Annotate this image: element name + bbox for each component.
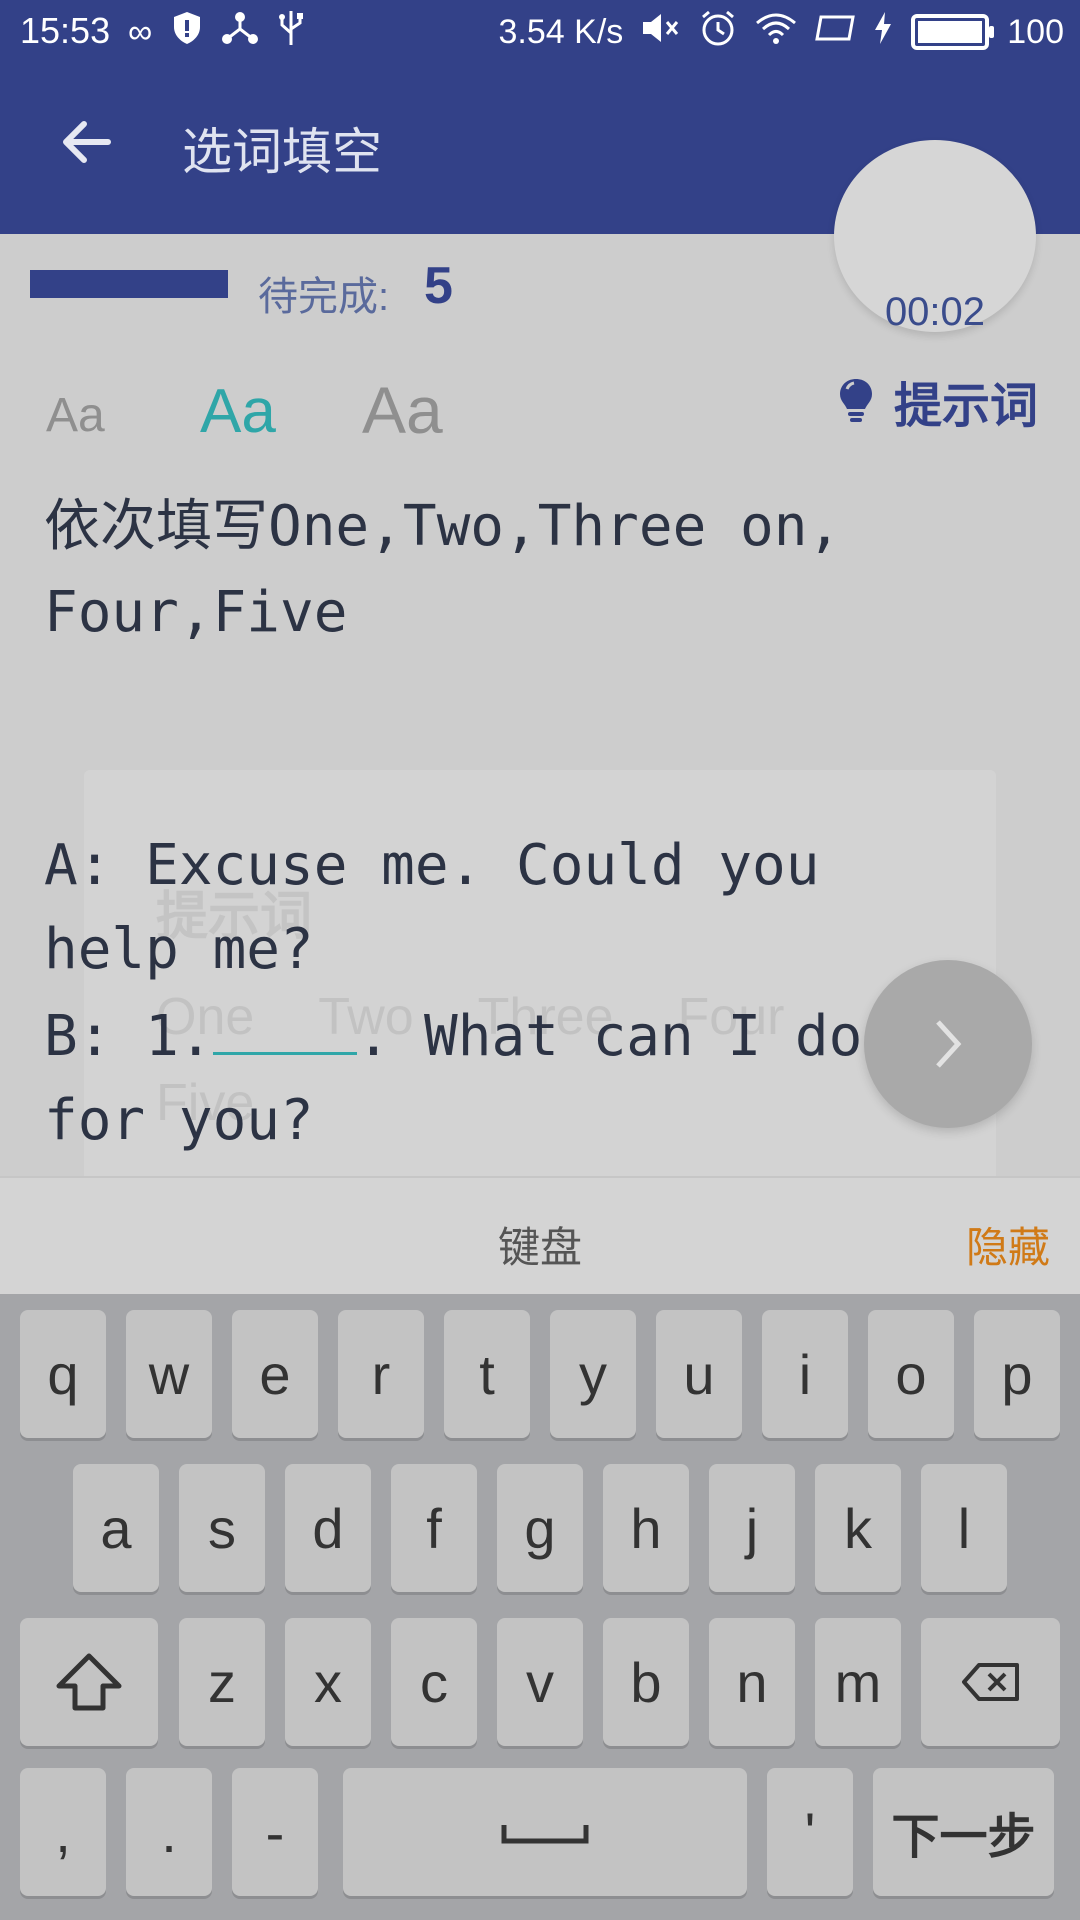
progress-bar [30,270,228,298]
key-r[interactable]: r [338,1310,424,1438]
key-dash[interactable]: - [232,1768,318,1896]
font-size-large-button[interactable]: Aa [362,372,443,448]
screen-icon [815,13,856,52]
battery-icon [911,14,995,50]
key-u[interactable]: u [656,1310,742,1438]
backspace-icon [961,1663,1019,1701]
key-o[interactable]: o [868,1310,954,1438]
font-size-small-button[interactable]: Aa [46,388,105,443]
pending-count: 5 [424,257,453,315]
dialog-line-b-prefix: B: 1. [44,1004,213,1069]
network-speed: 3.54 K/s [498,12,624,51]
key-i[interactable]: i [762,1310,848,1438]
timer-bubble: 00:02 [834,140,1036,334]
pending-label: 待完成: [258,275,390,319]
backspace-key[interactable] [921,1618,1060,1746]
lightbulb-icon [840,379,872,422]
shift-icon [56,1653,122,1711]
share-icon [222,11,259,54]
shift-key[interactable] [20,1618,158,1746]
key-apostrophe[interactable]: ' [767,1768,853,1896]
key-f[interactable]: f [391,1464,477,1592]
key-m[interactable]: m [815,1618,901,1746]
key-c[interactable]: c [391,1618,477,1746]
key-d[interactable]: d [285,1464,371,1592]
space-icon [501,1825,589,1844]
timer-text: 00:02 [884,290,986,334]
key-h[interactable]: h [603,1464,689,1592]
key-q[interactable]: q [20,1310,106,1438]
key-t[interactable]: t [444,1310,530,1438]
key-x[interactable]: x [285,1618,371,1746]
alarm-icon [699,9,737,56]
key-b[interactable]: b [603,1618,689,1746]
key-w[interactable]: w [126,1310,212,1438]
instruction-line-1: 依次填写One,Two,Three on, [44,494,842,559]
keyboard-header: 键盘 隐藏 [0,1176,1080,1296]
shield-icon [172,11,202,54]
next-step-key[interactable]: 下一步 [873,1768,1054,1896]
mute-icon [641,11,681,54]
next-question-button[interactable] [864,960,1032,1128]
status-time: 15:53 [20,10,111,51]
status-icons-right: 3.54 K/s 100 [499,6,1064,58]
hint-button[interactable]: 提示词 [836,366,1038,436]
key-k[interactable]: k [815,1464,901,1592]
exercise-content: 待完成: 5 00:02 Aa Aa Aa 提示词 依次填写One,Two,Th… [0,140,1080,1210]
status-bar: 15:53 ∞ 3.54 K/s 100 [0,0,1080,66]
key-e[interactable]: e [232,1310,318,1438]
key-z[interactable]: z [179,1618,265,1746]
wifi-icon [755,11,797,54]
key-s[interactable]: s [179,1464,265,1592]
key-n[interactable]: n [709,1618,795,1746]
back-arrow-icon[interactable] [56,112,116,172]
key-a[interactable]: a [73,1464,159,1592]
key-p[interactable]: p [974,1310,1060,1438]
key-g[interactable]: g [497,1464,583,1592]
chevron-right-icon [936,1020,962,1068]
status-icons-left: ∞ [128,6,304,58]
space-key[interactable] [343,1768,747,1896]
hide-keyboard-button[interactable]: 隐藏 [966,1214,1050,1275]
keyboard: q w e r t y u i o p a s d f g h j k l z … [0,1294,1080,1920]
charging-icon [873,11,893,54]
battery-level: 100 [1007,12,1064,51]
answer-blank-1[interactable] [212,992,357,1055]
dialog-line-a1: A: Excuse me. Could you [44,833,820,898]
instruction-text: 依次填写One,Two,Three on, Four,Five [44,484,1044,656]
page-title: 选词填空 [182,124,382,180]
usb-icon [278,9,304,56]
infinity-icon: ∞ [128,12,153,51]
instruction-line-2: Four,Five [44,580,348,645]
keyboard-title: 键盘 [497,1224,582,1271]
key-j[interactable]: j [709,1464,795,1592]
key-y[interactable]: y [550,1310,636,1438]
key-period[interactable]: . [126,1768,212,1896]
font-size-medium-button[interactable]: Aa [200,376,276,447]
dialog-line-b-suffix: . What can I do [356,1004,863,1069]
key-l[interactable]: l [921,1464,1007,1592]
key-comma[interactable]: , [20,1768,106,1896]
key-v[interactable]: v [497,1618,583,1746]
hint-button-label: 提示词 [894,380,1039,433]
